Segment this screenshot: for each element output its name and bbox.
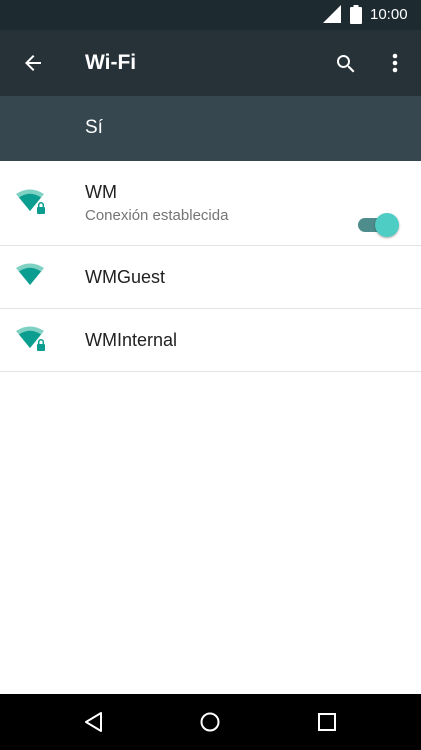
wifi-secured-icon (16, 189, 45, 214)
arrow-back-icon (25, 55, 41, 71)
search-icon (337, 55, 355, 73)
wifi-toggle-label: Sí (85, 117, 103, 138)
wifi-icon (16, 263, 44, 285)
status-time: 10:00 (370, 6, 408, 23)
network-item-wmguest[interactable]: WMGuest (0, 246, 421, 309)
navigation-bar (0, 694, 421, 750)
network-list: WM Conexión establecida WMGuest WMIntern… (0, 161, 421, 372)
more-options-button[interactable] (378, 40, 414, 86)
network-name: WM (85, 182, 117, 202)
network-item-wm[interactable]: WM Conexión establecida (0, 161, 421, 246)
back-button[interactable] (10, 40, 56, 86)
nav-back-button[interactable] (74, 702, 114, 742)
nav-home-icon (200, 712, 220, 732)
network-status: Conexión establecida (85, 207, 229, 224)
page-title: Wi-Fi (85, 51, 137, 74)
cell-signal-icon (323, 5, 341, 23)
nav-recents-icon (318, 713, 336, 731)
network-name: WMGuest (85, 267, 166, 287)
status-bar: 10:00 (0, 0, 421, 30)
search-button[interactable] (322, 40, 368, 86)
network-item-wminternal[interactable]: WMInternal (0, 309, 421, 372)
nav-back-icon (85, 712, 102, 732)
more-vert-icon (392, 53, 398, 73)
network-name: WMInternal (85, 330, 178, 350)
app-bar: Wi-Fi (0, 30, 421, 96)
nav-home-button[interactable] (190, 702, 230, 742)
nav-recents-button[interactable] (307, 702, 347, 742)
battery-full-icon (350, 5, 362, 24)
wifi-secured-icon (16, 326, 45, 351)
wifi-toggle-row[interactable]: Sí (0, 96, 421, 237)
